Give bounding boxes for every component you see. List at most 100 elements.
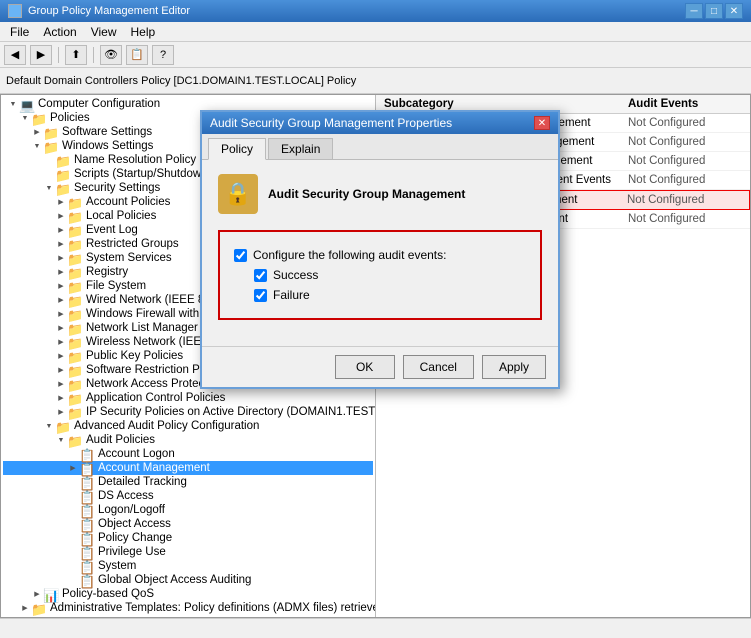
maximize-button[interactable]: □ xyxy=(705,3,723,19)
menu-help[interactable]: Help xyxy=(125,23,162,41)
menu-action[interactable]: Action xyxy=(37,23,82,41)
tree-item-advanced-audit[interactable]: 📁 Advanced Audit Policy Configuration xyxy=(3,419,373,433)
tree-label: System xyxy=(98,560,136,572)
cancel-button[interactable]: Cancel xyxy=(403,355,474,379)
failure-label: Failure xyxy=(273,288,310,302)
folder-icon: 📁 xyxy=(67,308,83,320)
folder-icon: 📁 xyxy=(67,322,83,334)
expand-icon[interactable] xyxy=(55,196,67,208)
tree-item-system[interactable]: 📋 System xyxy=(3,559,373,573)
menu-bar: File Action View Help xyxy=(0,22,751,42)
expand-icon[interactable] xyxy=(55,350,67,362)
configure-checkbox-row[interactable]: Configure the following audit events: xyxy=(234,248,526,262)
tree-item-ds-access[interactable]: 📋 DS Access xyxy=(3,489,373,503)
tree-item-global-object-access[interactable]: 📋 Global Object Access Auditing xyxy=(3,573,373,587)
expand-icon[interactable] xyxy=(55,364,67,376)
tree-item-policy-qos[interactable]: 📊 Policy-based QoS xyxy=(3,587,373,601)
show-hide-button[interactable]: 👁 xyxy=(100,45,122,65)
folder-icon: 📁 xyxy=(67,336,83,348)
back-button[interactable]: ◀ xyxy=(4,45,26,65)
ok-button[interactable]: OK xyxy=(335,355,395,379)
expand-icon[interactable] xyxy=(55,378,67,390)
expand-icon[interactable] xyxy=(7,98,19,110)
expand-icon[interactable] xyxy=(31,140,43,152)
expand-icon[interactable] xyxy=(55,294,67,306)
close-button[interactable]: ✕ xyxy=(725,3,743,19)
minimize-button[interactable]: ─ xyxy=(685,3,703,19)
menu-file[interactable]: File xyxy=(4,23,35,41)
menu-view[interactable]: View xyxy=(85,23,123,41)
expand-icon[interactable] xyxy=(43,182,55,194)
tab-explain[interactable]: Explain xyxy=(268,138,333,159)
tree-item-admin-templates[interactable]: 📁 Administrative Templates: Policy defin… xyxy=(3,601,373,615)
failure-checkbox-row[interactable]: Failure xyxy=(234,288,526,302)
window-controls[interactable]: ─ □ ✕ xyxy=(685,3,743,19)
expand-icon[interactable] xyxy=(55,252,67,264)
expand-icon[interactable] xyxy=(55,280,67,292)
expand-icon[interactable] xyxy=(55,224,67,236)
modal-section-title: Audit Security Group Management xyxy=(268,187,465,201)
modal-dialog[interactable]: Audit Security Group Management Properti… xyxy=(200,110,560,389)
tree-label: Public Key Policies xyxy=(86,350,183,362)
properties-button[interactable]: 📋 xyxy=(126,45,148,65)
tree-label: Scripts (Startup/Shutdown) xyxy=(74,168,211,180)
help-button[interactable]: ? xyxy=(152,45,174,65)
success-checkbox-row[interactable]: Success xyxy=(234,268,526,282)
tree-item-ip-security[interactable]: 📁 IP Security Policies on Active Directo… xyxy=(3,405,373,419)
folder-icon: 📊 xyxy=(43,588,59,600)
expand-icon[interactable] xyxy=(55,392,67,404)
tree-item-computer-configuration[interactable]: 💻 Computer Configuration xyxy=(3,97,373,111)
modal-section-icon: 🔒 xyxy=(218,174,258,214)
tree-item-account-management[interactable]: 📋 Account Management xyxy=(3,461,373,475)
tree-item-audit-policies[interactable]: 📁 Audit Policies xyxy=(3,433,373,447)
tree-item-policy-change[interactable]: 📋 Policy Change xyxy=(3,531,373,545)
apply-button[interactable]: Apply xyxy=(482,355,546,379)
expand-icon[interactable] xyxy=(55,266,67,278)
folder-icon: 📁 xyxy=(31,602,47,614)
tree-item-detailed-tracking[interactable]: 📋 Detailed Tracking xyxy=(3,475,373,489)
row-status: Not Configured xyxy=(619,194,749,206)
forward-button[interactable]: ▶ xyxy=(30,45,52,65)
tab-policy[interactable]: Policy xyxy=(208,138,266,160)
tree-label: DS Access xyxy=(98,490,154,502)
success-checkbox[interactable] xyxy=(254,269,267,282)
folder-icon: 📁 xyxy=(67,238,83,250)
expand-icon[interactable] xyxy=(55,238,67,250)
expand-icon[interactable] xyxy=(67,462,79,474)
expand-icon[interactable] xyxy=(19,602,31,614)
tree-label: Policy Change xyxy=(98,532,172,544)
expand-icon[interactable] xyxy=(43,420,55,432)
lock-icon: 🔒 xyxy=(224,181,251,207)
folder-icon: 📁 xyxy=(55,420,71,432)
expand-icon[interactable] xyxy=(55,336,67,348)
expand-icon[interactable] xyxy=(55,308,67,320)
tree-item-account-logon[interactable]: 📋 Account Logon xyxy=(3,447,373,461)
expand-icon[interactable] xyxy=(31,126,43,138)
header-subcategory: Subcategory xyxy=(376,98,620,110)
tree-label: System Services xyxy=(86,252,172,264)
audit-icon: 📋 xyxy=(79,518,95,530)
row-status: Not Configured xyxy=(620,117,750,129)
expand-icon[interactable] xyxy=(55,322,67,334)
expand-icon[interactable] xyxy=(55,406,67,418)
expand-icon[interactable] xyxy=(19,112,31,124)
expand-icon[interactable] xyxy=(55,434,67,446)
failure-checkbox[interactable] xyxy=(254,289,267,302)
folder-icon: 📁 xyxy=(67,266,83,278)
tree-item-app-control[interactable]: 📁 Application Control Policies xyxy=(3,391,373,405)
up-button[interactable]: ⬆ xyxy=(65,45,87,65)
tree-label: Detailed Tracking xyxy=(98,476,187,488)
expand-icon[interactable] xyxy=(31,588,43,600)
folder-icon: 📁 xyxy=(43,140,59,152)
tree-item-object-access[interactable]: 📋 Object Access xyxy=(3,517,373,531)
tree-item-logon-logoff[interactable]: 📋 Logon/Logoff xyxy=(3,503,373,517)
tree-label: Global Object Access Auditing xyxy=(98,574,251,586)
expand-icon[interactable] xyxy=(55,210,67,222)
modal-close-button[interactable]: ✕ xyxy=(534,116,550,130)
folder-icon: 📁 xyxy=(67,350,83,362)
tree-item-privilege-use[interactable]: 📋 Privilege Use xyxy=(3,545,373,559)
tree-label: Policy-based QoS xyxy=(62,588,154,600)
audit-icon: 📋 xyxy=(79,490,95,502)
configure-checkbox[interactable] xyxy=(234,249,247,262)
modal-check-group: Configure the following audit events: Su… xyxy=(218,230,542,320)
